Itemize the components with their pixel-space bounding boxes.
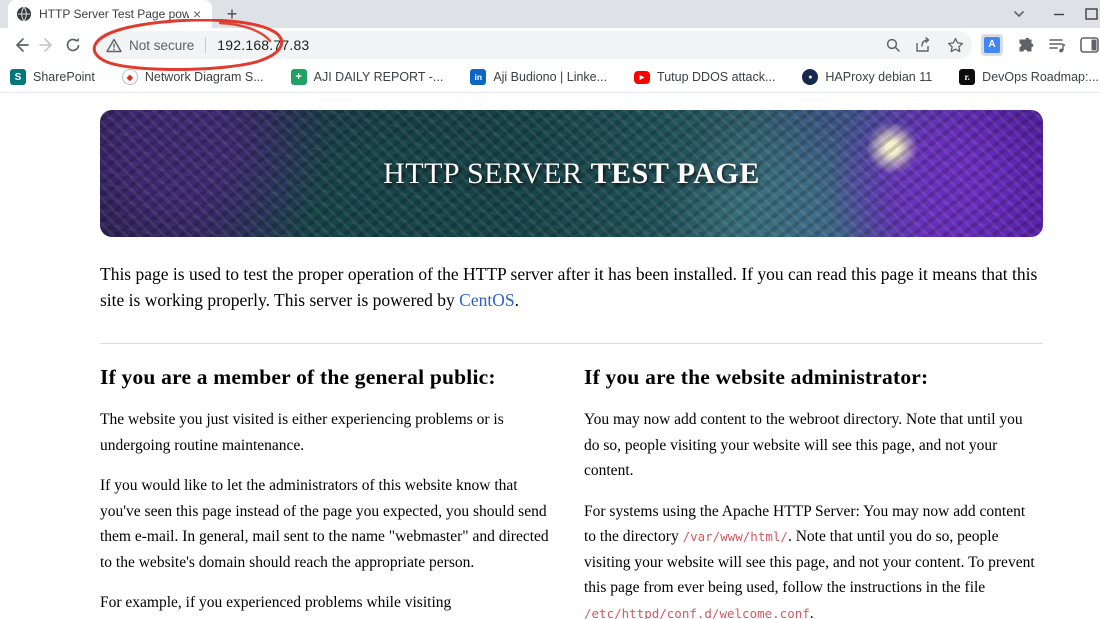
linkedin-icon: in bbox=[470, 69, 487, 85]
bookmark-item-haproxy[interactable]: ● HAProxy debian 11 bbox=[802, 69, 932, 85]
back-button[interactable] bbox=[8, 32, 34, 58]
paragraph: If you would like to let the administrat… bbox=[100, 477, 549, 571]
general-public-heading: If you are a member of the general publi… bbox=[100, 365, 496, 389]
horizontal-divider bbox=[100, 343, 1043, 344]
code-path: /var/www/html/ bbox=[682, 529, 788, 544]
side-panel-icon[interactable] bbox=[1080, 37, 1100, 53]
banner-title: HTTP SERVER TEST PAGE bbox=[383, 156, 760, 190]
bookmarks-bar: S SharePoint ◆ Network Diagram S... + AJ… bbox=[0, 62, 1100, 93]
intro-paragraph: This page is used to test the proper ope… bbox=[100, 264, 1038, 310]
security-label: Not secure bbox=[129, 37, 195, 53]
bookmark-item-devops-roadmap[interactable]: r. DevOps Roadmap:... bbox=[959, 69, 1099, 85]
administrator-heading: If you are the website administrator: bbox=[584, 365, 929, 389]
not-secure-warning-icon bbox=[106, 38, 122, 52]
address-bar[interactable]: Not secure 192.168.77.83 bbox=[96, 31, 972, 59]
web-page-content: HTTP SERVER TEST PAGE This page is used … bbox=[0, 93, 1100, 619]
security-chip[interactable]: Not secure bbox=[106, 38, 194, 53]
reload-button[interactable] bbox=[60, 32, 86, 58]
paragraph: For systems using the Apache HTTP Server… bbox=[584, 502, 1035, 619]
tab-favicon-globe-icon bbox=[17, 6, 31, 22]
new-tab-button[interactable]: + bbox=[220, 3, 244, 27]
bookmark-item-network-diagram[interactable]: ◆ Network Diagram S... bbox=[121, 69, 264, 85]
paragraph: For example, if you experienced problems… bbox=[100, 594, 452, 611]
bookmark-star-icon[interactable] bbox=[947, 37, 964, 54]
url-text[interactable]: 192.168.77.83 bbox=[217, 37, 309, 53]
code-path: /etc/httpd/conf.d/welcome.conf bbox=[584, 605, 810, 619]
administrator-column: If you are the website administrator: Yo… bbox=[584, 365, 1041, 619]
general-public-column: If you are a member of the general publi… bbox=[100, 365, 557, 619]
paragraph: The website you just visited is either e… bbox=[100, 411, 504, 454]
bookmark-item-daily-report[interactable]: + AJI DAILY REPORT -... bbox=[290, 69, 443, 85]
bookmark-item-sharepoint[interactable]: S SharePoint bbox=[10, 69, 95, 85]
tab-strip: HTTP Server Test Page powered × + bbox=[0, 0, 1100, 28]
roadmap-icon: r. bbox=[959, 69, 976, 85]
extensions-puzzle-icon[interactable] bbox=[1016, 36, 1035, 55]
bookmark-item-linkedin[interactable]: in Aji Budiono | Linke... bbox=[470, 69, 607, 85]
tab-close-icon[interactable]: × bbox=[193, 7, 201, 21]
centos-link[interactable]: CentOS bbox=[459, 290, 514, 310]
network-diagram-icon: ◆ bbox=[121, 69, 138, 85]
playlist-extension-icon[interactable] bbox=[1048, 37, 1067, 54]
browser-toolbar: Not secure 192.168.77.83 A bbox=[0, 28, 1100, 62]
paragraph: You may now add content to the webroot d… bbox=[584, 411, 1023, 479]
test-page-banner: HTTP SERVER TEST PAGE bbox=[100, 110, 1043, 237]
share-icon[interactable] bbox=[915, 37, 933, 53]
tab-search-chevron-icon[interactable] bbox=[1012, 0, 1026, 28]
omnibox-divider bbox=[205, 37, 207, 53]
browser-tab[interactable]: HTTP Server Test Page powered × bbox=[8, 0, 212, 28]
window-minimize-button[interactable] bbox=[1052, 0, 1066, 28]
search-icon[interactable] bbox=[885, 37, 901, 53]
window-maximize-button[interactable] bbox=[1084, 0, 1100, 28]
translate-extension-icon[interactable]: A bbox=[981, 34, 1003, 56]
tab-title: HTTP Server Test Page powered bbox=[39, 7, 189, 21]
bookmark-item-youtube[interactable]: ▶ Tutup DDOS attack... bbox=[634, 70, 775, 84]
sharepoint-icon: S bbox=[10, 69, 26, 85]
youtube-icon: ▶ bbox=[634, 70, 651, 84]
haproxy-icon: ● bbox=[802, 69, 819, 85]
sheets-icon: + bbox=[290, 69, 307, 85]
forward-button[interactable] bbox=[34, 32, 60, 58]
